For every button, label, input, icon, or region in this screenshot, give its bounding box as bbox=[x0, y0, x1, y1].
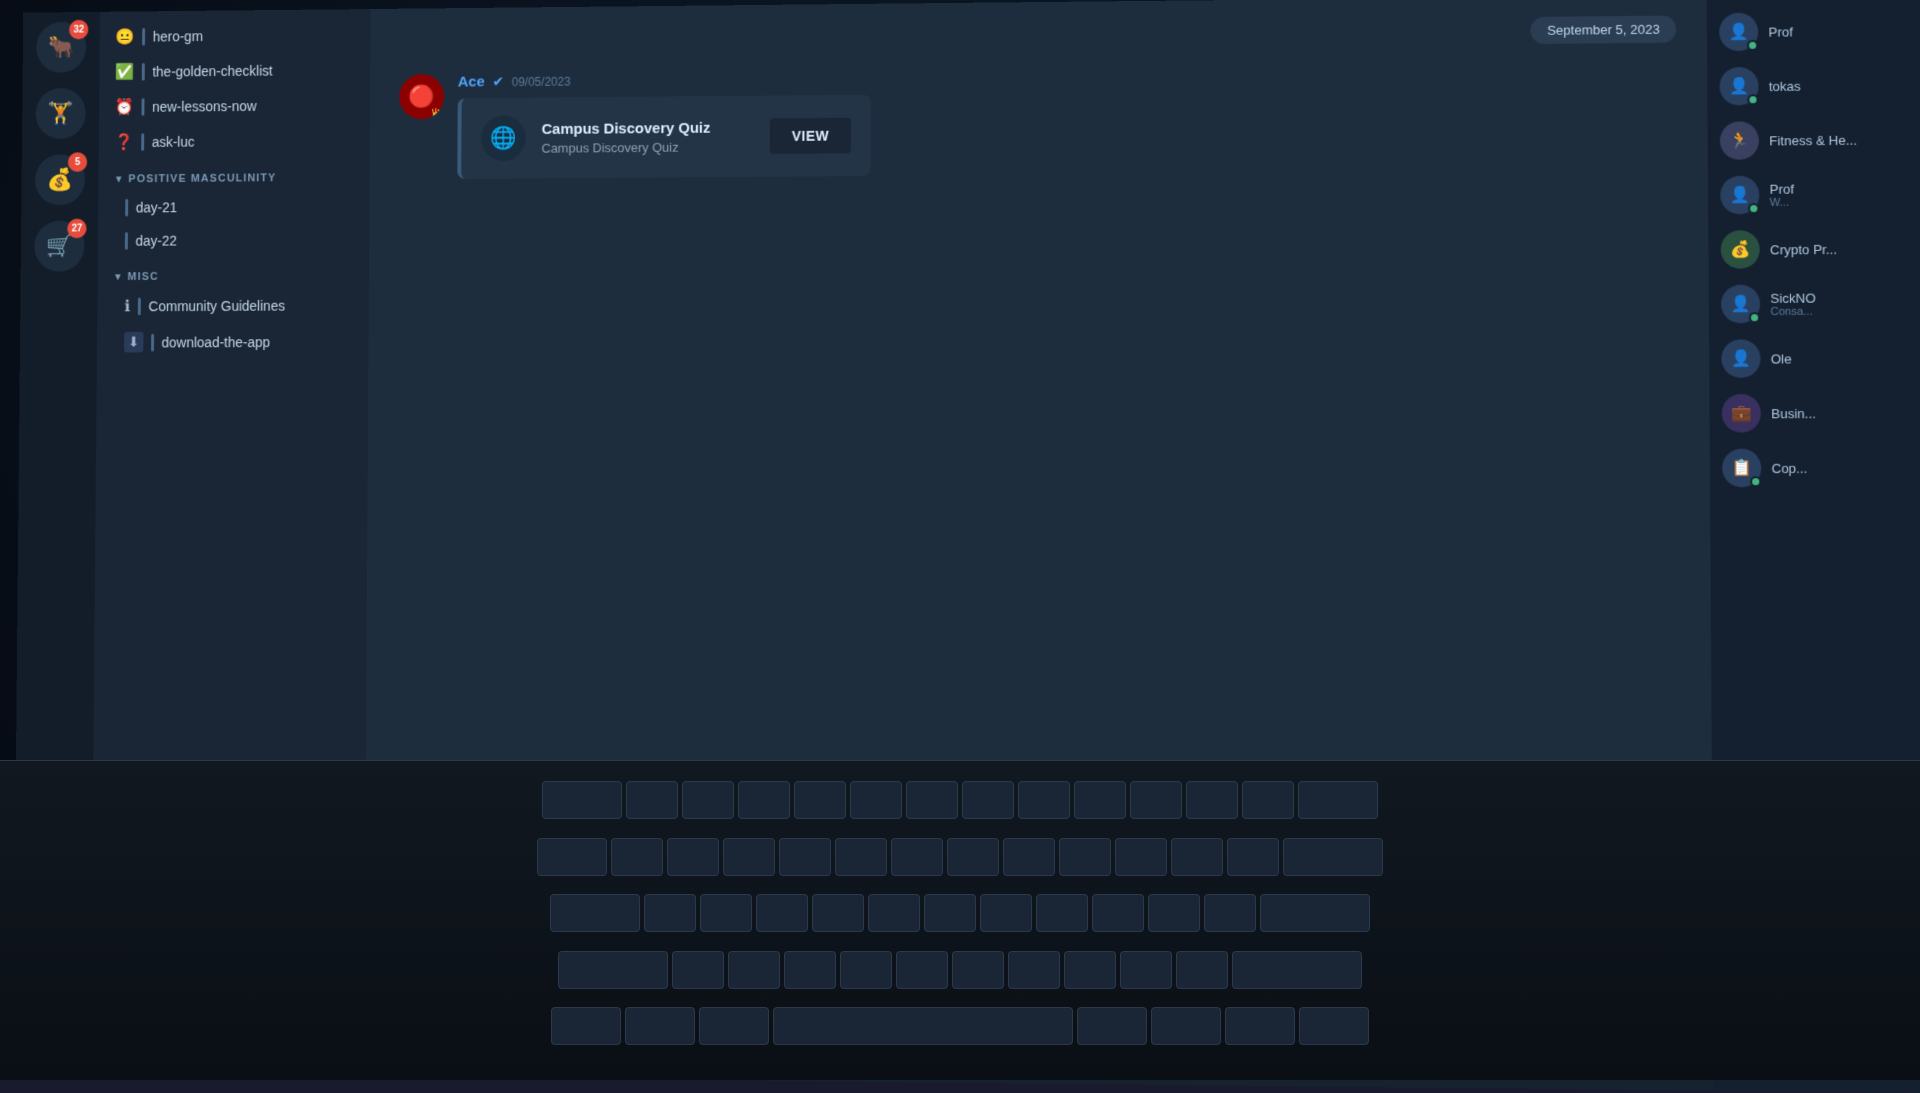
view-button[interactable]: VIEW bbox=[770, 118, 851, 154]
chevron-down-icon-misc: ▼ bbox=[113, 272, 124, 283]
channel-emoji-community-guidelines: ℹ bbox=[124, 297, 130, 317]
member-avatar-fitness: 🏃 bbox=[1720, 121, 1759, 160]
verified-icon: ✔ bbox=[492, 73, 504, 90]
message-author: Ace bbox=[458, 74, 485, 91]
channel-divider-download-app bbox=[151, 333, 154, 351]
member-prof1[interactable]: 👤 Prof bbox=[1707, 3, 1920, 60]
member-info-copy: Cop... bbox=[1772, 460, 1808, 475]
quiz-info: Campus Discovery Quiz Campus Discovery Q… bbox=[542, 119, 755, 155]
channel-emoji-golden-checklist: ✅ bbox=[115, 62, 134, 82]
channel-divider-day-21 bbox=[125, 199, 128, 217]
member-avatar-prof2: 👤 bbox=[1720, 176, 1759, 215]
member-avatar-crypto: 💰 bbox=[1721, 230, 1760, 269]
keyboard-keys bbox=[0, 761, 1920, 1080]
channel-name-day-21: day-21 bbox=[136, 199, 177, 215]
message-avatar: 🔴 bbox=[399, 74, 444, 120]
channel-emoji-hero-gm: 😐 bbox=[115, 27, 134, 47]
channel-divider-golden-checklist bbox=[142, 63, 145, 81]
member-avatar-prof1: 👤 bbox=[1719, 13, 1758, 52]
channel-item-hero-gm[interactable]: 😐 hero-gm bbox=[100, 17, 371, 55]
quiz-title: Campus Discovery Quiz bbox=[542, 119, 755, 137]
member-ole[interactable]: 👤 Ole bbox=[1709, 331, 1920, 386]
online-dot-prof2 bbox=[1748, 203, 1759, 214]
member-tokas[interactable]: 👤 tokas bbox=[1707, 57, 1920, 113]
member-info-ole: Ole bbox=[1771, 351, 1792, 366]
channel-emoji-new-lessons: ⏰ bbox=[114, 97, 133, 117]
channel-divider-ask-luc bbox=[141, 133, 144, 151]
channel-divider-community-guidelines bbox=[138, 298, 141, 316]
online-dot-tokas bbox=[1747, 94, 1758, 105]
keyboard-area bbox=[0, 760, 1920, 1080]
member-name-prof1: Prof bbox=[1768, 24, 1793, 39]
sidebar-icon-cart[interactable]: 🛒 27 bbox=[34, 221, 84, 272]
message: 🔴 Ace ✔ 09/05/2023 🌐 Campus Discover bbox=[399, 63, 1677, 180]
member-info-business: Busin... bbox=[1771, 405, 1816, 420]
channel-name-hero-gm: hero-gm bbox=[153, 28, 203, 44]
member-fitness[interactable]: 🏃 Fitness & He... bbox=[1707, 112, 1920, 168]
channel-name-golden-checklist: the-golden-checklist bbox=[152, 63, 272, 80]
online-dot-sickno bbox=[1749, 312, 1760, 323]
sidebar-icon-gym[interactable]: 🏋 bbox=[35, 88, 85, 139]
message-body: Ace ✔ 09/05/2023 🌐 Campus Discovery Quiz… bbox=[457, 63, 1677, 179]
channel-name-ask-luc: ask-luc bbox=[152, 134, 195, 150]
channel-item-day-21[interactable]: day-21 bbox=[98, 189, 369, 224]
channel-emoji-download-app: ⬇ bbox=[124, 332, 143, 353]
category-misc[interactable]: ▼ MISC bbox=[98, 256, 370, 289]
quiz-subtitle: Campus Discovery Quiz bbox=[542, 139, 755, 155]
member-info-sickno: SickNO Consa... bbox=[1770, 290, 1816, 318]
category-label-misc: MISC bbox=[128, 271, 159, 283]
member-avatar-ole: 👤 bbox=[1721, 339, 1760, 378]
member-business[interactable]: 💼 Busin... bbox=[1709, 385, 1920, 440]
message-timestamp: 09/05/2023 bbox=[512, 74, 571, 88]
member-copy[interactable]: 📋 Cop... bbox=[1710, 440, 1920, 495]
member-info-crypto: Crypto Pr... bbox=[1770, 241, 1837, 257]
channel-item-ask-luc[interactable]: ❓ ask-luc bbox=[99, 123, 370, 160]
badge-money: 5 bbox=[68, 152, 87, 172]
channel-name-community-guidelines: Community Guidelines bbox=[149, 298, 286, 314]
online-dot-prof1 bbox=[1747, 40, 1758, 51]
channel-divider-hero-gm bbox=[142, 28, 145, 46]
online-dot-copy bbox=[1750, 476, 1761, 487]
member-sickno[interactable]: 👤 SickNO Consa... bbox=[1709, 276, 1920, 332]
member-crypto[interactable]: 💰 Crypto Pr... bbox=[1708, 221, 1920, 277]
category-label-positive-masculinity: POSITIVE MASCULINITY bbox=[128, 172, 276, 185]
channel-item-golden-checklist[interactable]: ✅ the-golden-checklist bbox=[99, 52, 370, 90]
channel-name-day-22: day-22 bbox=[136, 233, 177, 249]
channel-item-download-app[interactable]: ⬇ download-the-app bbox=[97, 323, 369, 360]
sidebar-icon-money[interactable]: 💰 5 bbox=[35, 154, 85, 205]
member-info-tokas: tokas bbox=[1769, 78, 1801, 93]
channel-divider-new-lessons bbox=[141, 98, 144, 116]
channel-item-new-lessons[interactable]: ⏰ new-lessons-now bbox=[99, 87, 370, 125]
quiz-card: 🌐 Campus Discovery Quiz Campus Discovery… bbox=[457, 95, 871, 179]
member-avatar-tokas: 👤 bbox=[1719, 67, 1758, 106]
date-pill: September 5, 2023 bbox=[1531, 16, 1677, 44]
badge-cart: 27 bbox=[67, 219, 86, 239]
category-positive-masculinity[interactable]: ▼ POSITIVE MASCULINITY bbox=[98, 158, 369, 191]
member-avatar-copy: 📋 bbox=[1722, 449, 1761, 488]
message-header: Ace ✔ 09/05/2023 bbox=[458, 63, 1677, 91]
member-prof2[interactable]: 👤 Prof W... bbox=[1708, 166, 1920, 222]
date-separator: September 5, 2023 bbox=[400, 16, 1677, 55]
badge-bull: 32 bbox=[69, 20, 88, 40]
channel-emoji-ask-luc: ❓ bbox=[114, 132, 133, 152]
member-info-fitness: Fitness & He... bbox=[1769, 132, 1857, 148]
channel-item-community-guidelines[interactable]: ℹ Community Guidelines bbox=[97, 288, 369, 325]
channel-name-download-app: download-the-app bbox=[161, 334, 270, 350]
member-avatar-business: 💼 bbox=[1722, 394, 1761, 433]
channel-name-new-lessons: new-lessons-now bbox=[152, 98, 257, 115]
channel-divider-day-22 bbox=[125, 232, 128, 250]
sidebar-icon-bull[interactable]: 🐂 32 bbox=[36, 22, 86, 73]
quiz-icon: 🌐 bbox=[481, 115, 526, 161]
member-info-prof2: Prof W... bbox=[1770, 181, 1795, 208]
channel-item-day-22[interactable]: day-22 bbox=[98, 223, 369, 258]
member-avatar-sickno: 👤 bbox=[1721, 285, 1760, 324]
chevron-down-icon: ▼ bbox=[114, 174, 125, 185]
